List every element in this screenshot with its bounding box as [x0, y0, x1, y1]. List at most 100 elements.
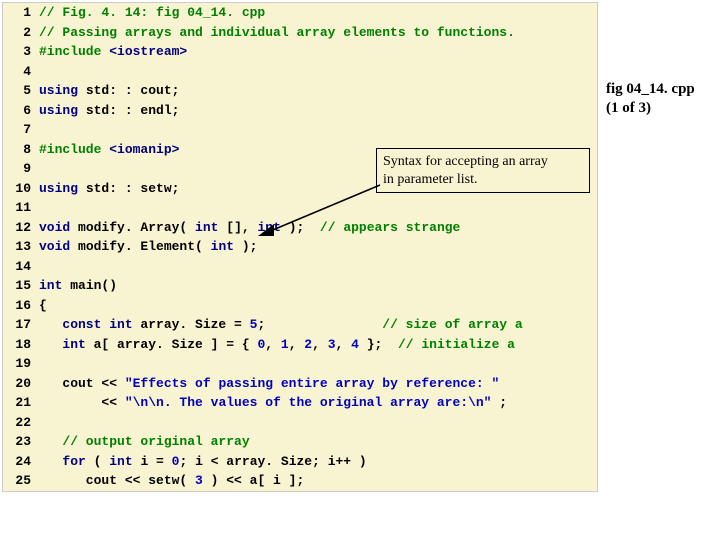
code-content: cout << setw( 3 ) << a[ i ]; — [39, 471, 597, 491]
code-line: 11 — [3, 198, 597, 218]
token: int — [195, 220, 226, 235]
code-line: 19 — [3, 354, 597, 374]
line-number: 17 — [3, 315, 39, 335]
code-content: void modify. Array( int [], int ); // ap… — [39, 218, 597, 238]
code-content: cout << "Effects of passing entire array… — [39, 374, 597, 394]
token: using — [39, 181, 86, 196]
token: #include — [39, 44, 109, 59]
line-number: 18 — [3, 335, 39, 355]
code-content — [39, 120, 597, 140]
code-line: 4 — [3, 62, 597, 82]
code-line: 6using std: : endl; — [3, 101, 597, 121]
code-line: 3#include <iostream> — [3, 42, 597, 62]
line-number: 6 — [3, 101, 39, 121]
token: <iostream> — [109, 44, 187, 59]
file-label: fig 04_14. cpp (1 of 3) — [606, 80, 695, 118]
line-number: 22 — [3, 413, 39, 433]
token: ; — [257, 317, 382, 332]
code-content — [39, 257, 597, 277]
token — [39, 317, 62, 332]
code-line: 20 cout << "Effects of passing entire ar… — [3, 374, 597, 394]
token: using — [39, 83, 86, 98]
token: main() — [70, 278, 117, 293]
line-number: 7 — [3, 120, 39, 140]
token: array. Size = — [140, 317, 249, 332]
code-content: using std: : cout; — [39, 81, 597, 101]
line-number: 20 — [3, 374, 39, 394]
line-number: 4 — [3, 62, 39, 82]
line-number: 11 — [3, 198, 39, 218]
token: cout << setw( — [39, 473, 195, 488]
token: int — [62, 337, 93, 352]
token — [39, 337, 62, 352]
token: void — [39, 239, 78, 254]
token — [39, 434, 62, 449]
code-line: 1// Fig. 4. 14: fig 04_14. cpp — [3, 3, 597, 23]
token: , — [336, 337, 352, 352]
token: ; — [499, 395, 507, 410]
code-content: // output original array — [39, 432, 597, 452]
token: int — [39, 278, 70, 293]
line-number: 9 — [3, 159, 39, 179]
token: , — [289, 337, 305, 352]
code-line: 24 for ( int i = 0; i < array. Size; i++… — [3, 452, 597, 472]
token: void — [39, 220, 78, 235]
token: i = — [140, 454, 171, 469]
token: const int — [62, 317, 140, 332]
token: // Fig. 4. 14: fig 04_14. cpp — [39, 5, 265, 20]
token: ) << a[ i ]; — [203, 473, 304, 488]
callout-box: Syntax for accepting an array in paramet… — [376, 148, 590, 193]
code-line: 16{ — [3, 296, 597, 316]
line-number: 24 — [3, 452, 39, 472]
token: 1 — [281, 337, 289, 352]
token: std: : setw; — [86, 181, 180, 196]
line-number: 5 — [3, 81, 39, 101]
code-content: { — [39, 296, 597, 316]
token: // initialize a — [398, 337, 515, 352]
token: int — [109, 454, 140, 469]
line-number: 3 — [3, 42, 39, 62]
token: modify. Element( — [78, 239, 211, 254]
code-line: 2// Passing arrays and individual array … — [3, 23, 597, 43]
line-number: 23 — [3, 432, 39, 452]
code-content: int a[ array. Size ] = { 0, 1, 2, 3, 4 }… — [39, 335, 597, 355]
code-content: int main() — [39, 276, 597, 296]
token: // size of array a — [382, 317, 522, 332]
line-number: 16 — [3, 296, 39, 316]
token: ); — [289, 220, 320, 235]
line-number: 19 — [3, 354, 39, 374]
line-number: 15 — [3, 276, 39, 296]
code-content: #include <iostream> — [39, 42, 597, 62]
code-line: 12void modify. Array( int [], int ); // … — [3, 218, 597, 238]
token: "Effects of passing entire array by refe… — [125, 376, 499, 391]
token: , — [265, 337, 281, 352]
code-content: void modify. Element( int ); — [39, 237, 597, 257]
token: a[ array. Size ] = { — [94, 337, 258, 352]
token: modify. Array( — [78, 220, 195, 235]
code-block: 1// Fig. 4. 14: fig 04_14. cpp2// Passin… — [2, 2, 598, 492]
line-number: 21 — [3, 393, 39, 413]
token: ( — [94, 454, 110, 469]
token: , — [312, 337, 328, 352]
code-line: 13void modify. Element( int ); — [3, 237, 597, 257]
code-line: 23 // output original array — [3, 432, 597, 452]
token: 3 — [328, 337, 336, 352]
code-content: const int array. Size = 5; // size of ar… — [39, 315, 597, 335]
token — [39, 454, 62, 469]
code-content — [39, 413, 597, 433]
line-number: 10 — [3, 179, 39, 199]
code-line: 25 cout << setw( 3 ) << a[ i ]; — [3, 471, 597, 491]
code-content: // Fig. 4. 14: fig 04_14. cpp — [39, 3, 597, 23]
token: { — [39, 298, 47, 313]
line-number: 12 — [3, 218, 39, 238]
token: for — [62, 454, 93, 469]
code-content — [39, 62, 597, 82]
code-line: 21 << "\n\n. The values of the original … — [3, 393, 597, 413]
token: // Passing arrays and individual array e… — [39, 25, 515, 40]
token: "\n\n. The values of the original array … — [125, 395, 499, 410]
callout-line2: in parameter list. — [383, 171, 583, 189]
code-content — [39, 198, 597, 218]
code-line: 15int main() — [3, 276, 597, 296]
line-number: 8 — [3, 140, 39, 160]
token: <iomanip> — [109, 142, 179, 157]
